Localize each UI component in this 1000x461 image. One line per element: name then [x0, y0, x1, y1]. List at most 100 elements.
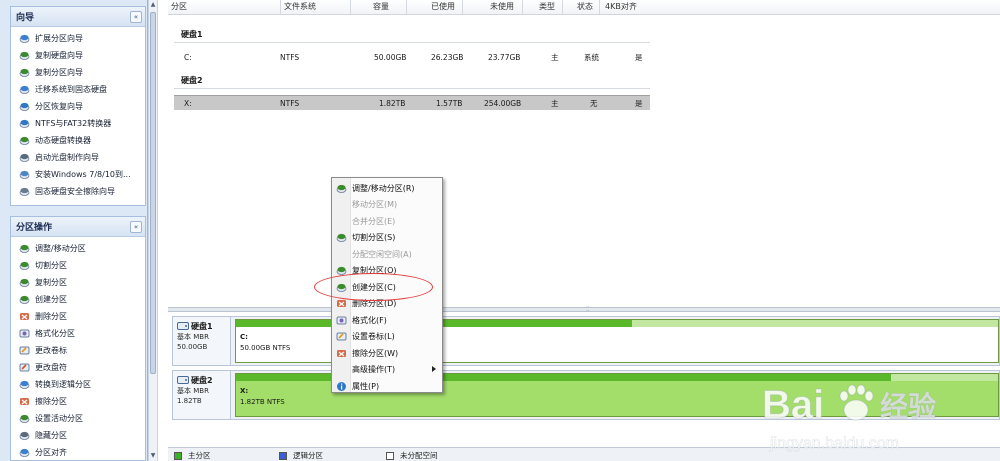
column-header-partition[interactable]: 分区	[168, 0, 280, 14]
partition-ops-title: 分区操作	[16, 223, 53, 233]
sidebar-item[interactable]: 隐藏分区	[11, 427, 145, 444]
split-partition-icon	[336, 232, 347, 243]
cell-4k-aligned: 是	[635, 99, 643, 108]
disk2-scheme: 基本 MBR	[177, 387, 209, 395]
context-menu-item-label: 高级操作(T)	[352, 365, 396, 374]
partition-ops-collapse-button[interactable]: «	[130, 220, 142, 233]
context-menu-item[interactable]: 属性(P)	[332, 378, 442, 394]
context-menu-item-label: 合并分区(E)	[352, 216, 396, 226]
sidebar-item-label: 分区对齐	[35, 448, 67, 457]
sidebar-item[interactable]: 更改卷标	[11, 342, 145, 359]
cell-type: 主	[551, 99, 559, 108]
context-menu-item-label: 移动分区(M)	[352, 200, 398, 209]
disk1-group-title: 硬盘1	[181, 30, 203, 39]
context-menu-item[interactable]: 擦除分区(W)	[332, 345, 442, 361]
sidebar-item[interactable]: 更改盘符	[11, 359, 145, 376]
sidebar-item[interactable]: 分区对齐	[11, 444, 145, 461]
column-header-used[interactable]: 已使用	[406, 0, 462, 14]
legend-primary: 主分区	[174, 450, 211, 461]
context-menu-item[interactable]: 设置卷标(L)	[332, 329, 442, 345]
sidebar-item[interactable]: 动态硬盘转换器	[11, 132, 145, 149]
sidebar-item-label: 更改盘符	[35, 363, 67, 372]
sidebar-item[interactable]: 复制分区	[11, 274, 145, 291]
cell-partition: X:	[184, 99, 192, 108]
install-windows-icon	[19, 169, 30, 180]
column-header-status[interactable]: 状态	[562, 0, 599, 14]
sidebar-item[interactable]: 擦除分区	[11, 393, 145, 410]
wizard-panel-header[interactable]: 向导 «	[11, 7, 145, 27]
table-row-selected[interactable]: X: NTFS 1.82TB 1.57TB 254.00GB 主 无 是	[174, 95, 650, 110]
column-header-unused[interactable]: 未使用	[462, 0, 522, 14]
sidebar-item[interactable]: 复制硬盘向导	[11, 47, 145, 64]
sidebar-item[interactable]: 复制分区向导	[11, 64, 145, 81]
column-header-filesystem[interactable]: 文件系统	[280, 0, 350, 14]
disk2-size: 1.82TB	[177, 397, 202, 405]
sidebar-item[interactable]: 固态硬盘安全擦除向导	[11, 183, 145, 200]
context-menu-item[interactable]: 高级操作(T)	[332, 362, 442, 378]
align-partition-icon	[19, 447, 30, 458]
group-divider	[174, 88, 650, 89]
hide-partition-icon	[19, 430, 30, 441]
cell-capacity: 50.00GB	[374, 53, 407, 62]
watermark-text-2: 经验	[880, 390, 936, 423]
watermark-text: Bai	[762, 383, 824, 427]
sidebar-item[interactable]: 启动光盘制作向导	[11, 149, 145, 166]
sidebar-item[interactable]: 转换到逻辑分区	[11, 376, 145, 393]
scroll-down-arrow-icon[interactable]: ▼	[149, 451, 157, 461]
sidebar-item[interactable]: 切割分区	[11, 257, 145, 274]
partition-ops-list: 调整/移动分区切割分区复制分区创建分区 删除分区 格式化分区更改卷标更改盘符转换到逻…	[11, 237, 145, 461]
context-menu-item: 分配空闲空间(A)	[332, 246, 442, 262]
sidebar-item[interactable]: 删除分区	[11, 308, 145, 325]
sidebar-scrollbar[interactable]: ▲ ▼	[148, 0, 158, 461]
disk1-scheme: 基本 MBR	[177, 333, 209, 341]
sidebar-item[interactable]: 设置活动分区	[11, 410, 145, 427]
highlight-annotation-oval	[314, 273, 433, 301]
sidebar-item[interactable]: NTFS与FAT32转换器	[11, 115, 145, 132]
context-menu-item[interactable]: 格式化(F)	[332, 312, 442, 328]
cell-used: 26.23GB	[431, 53, 464, 62]
sidebar-item[interactable]: 调整/移动分区	[11, 240, 145, 257]
pane-splitter[interactable]: ⁚⁚	[168, 307, 1000, 313]
sidebar-item-label: 安装Windows 7/8/10到...	[35, 170, 131, 179]
legend-label: 未分配空间	[400, 451, 438, 460]
sidebar-item-label: 更改卷标	[35, 346, 67, 355]
sidebar-item-label: 扩展分区向导	[35, 34, 83, 43]
partition-ops-header[interactable]: 分区操作 «	[11, 217, 145, 237]
context-menu-item-label: 格式化(F)	[352, 315, 387, 325]
set-active-icon	[19, 413, 30, 424]
cell-unused: 23.77GB	[488, 53, 521, 62]
disk2-info[interactable]: 硬盘2 基本 MBR 1.82TB	[173, 371, 231, 419]
left-sidebar: 向导 « 扩展分区向导复制硬盘向导 复制分区向导 迁移系统到固态硬盘 分区恢复向导 NT…	[0, 0, 148, 461]
sidebar-item-label: 设置活动分区	[35, 414, 83, 423]
sidebar-item[interactable]: 扩展分区向导	[11, 30, 145, 47]
paw-icon	[839, 384, 874, 421]
sidebar-item-label: 切割分区	[35, 261, 67, 270]
cell-filesystem: NTFS	[280, 99, 300, 108]
partition-recovery-icon	[19, 101, 30, 112]
legend-label: 逻辑分区	[293, 451, 323, 460]
context-menu-item[interactable]: 调整/移动分区(R)	[332, 180, 442, 196]
table-row[interactable]: C: NTFS 50.00GB 26.23GB 23.77GB 主 系统 是	[174, 50, 650, 65]
sidebar-item[interactable]: 格式化分区	[11, 325, 145, 342]
column-header-4k-aligned[interactable]: 4KB对齐	[599, 0, 649, 14]
wizard-collapse-button[interactable]: «	[130, 10, 142, 23]
sidebar-item[interactable]: 迁移系统到固态硬盘	[11, 81, 145, 98]
watermark-url: jingyan.baidu.com	[769, 435, 899, 452]
sidebar-item[interactable]: 安装Windows 7/8/10到...	[11, 166, 145, 183]
sidebar-item[interactable]: 创建分区	[11, 291, 145, 308]
disk1-info[interactable]: 硬盘1 基本 MBR 50.00GB	[173, 317, 231, 365]
scrollbar-thumb[interactable]	[150, 12, 156, 374]
column-header-capacity[interactable]: 容量	[350, 0, 406, 14]
hard-disk-icon	[177, 322, 189, 330]
copy-disk-icon	[19, 50, 30, 61]
disk-map-disk1[interactable]: 硬盘1 基本 MBR 50.00GB C: 50.00GB NTFS	[172, 316, 1000, 366]
copy-partition-icon	[19, 67, 30, 78]
context-menu-item[interactable]: 切割分区(S)	[332, 230, 442, 246]
column-header-type[interactable]: 类型	[522, 0, 562, 14]
scroll-up-arrow-icon[interactable]: ▲	[149, 0, 157, 10]
sidebar-item[interactable]: 分区恢复向导	[11, 98, 145, 115]
splitter-grip-icon[interactable]: ⁚⁚	[586, 307, 590, 313]
cell-filesystem: NTFS	[280, 53, 300, 62]
partition-table-header: 分区 文件系统 容量 已使用 未使用 类型 状态 4KB对齐	[168, 0, 1000, 15]
sidebar-item-label: 复制分区	[35, 278, 67, 287]
